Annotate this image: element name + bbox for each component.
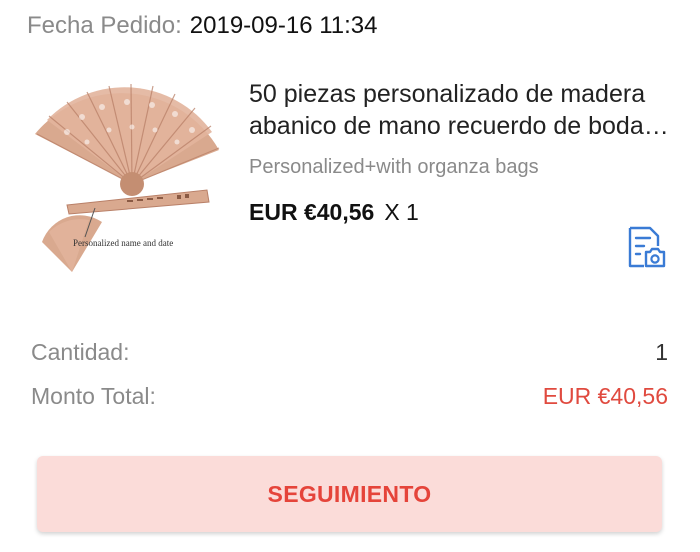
total-row: Monto Total: EUR €40,56 bbox=[31, 380, 668, 412]
quantity-row: Cantidad: 1 bbox=[31, 336, 668, 368]
product-variant: Personalized+with organza bags bbox=[249, 156, 539, 178]
review-photo-button[interactable] bbox=[620, 222, 670, 272]
total-label: Monto Total: bbox=[31, 382, 156, 409]
image-caption: Personalized name and date bbox=[73, 238, 174, 248]
total-amount: EUR €40,56 bbox=[542, 382, 668, 409]
tracking-button-label: SEGUIMIENTO bbox=[267, 480, 432, 507]
tracking-button[interactable]: SEGUIMIENTO bbox=[37, 456, 662, 532]
quantity-label: Cantidad: bbox=[31, 338, 130, 365]
product-image[interactable]: Personalized name and date bbox=[27, 72, 227, 272]
document-camera-icon bbox=[628, 226, 666, 268]
quantity-value: 1 bbox=[655, 338, 668, 365]
open-fan-graphic bbox=[35, 83, 220, 196]
product-quantity: X 1 bbox=[384, 198, 419, 225]
order-date-value: 2019-09-16 11:34 bbox=[189, 12, 378, 39]
product-price: EUR €40,56 bbox=[249, 198, 375, 225]
order-date-row: Fecha Pedido: 2019-09-16 11:34 bbox=[27, 8, 378, 44]
product-price-row: EUR €40,56 X 1 bbox=[249, 196, 419, 228]
product-title[interactable]: 50 piezas personalizado de madera abanic… bbox=[249, 78, 669, 142]
order-date-label: Fecha Pedido: bbox=[27, 12, 182, 39]
